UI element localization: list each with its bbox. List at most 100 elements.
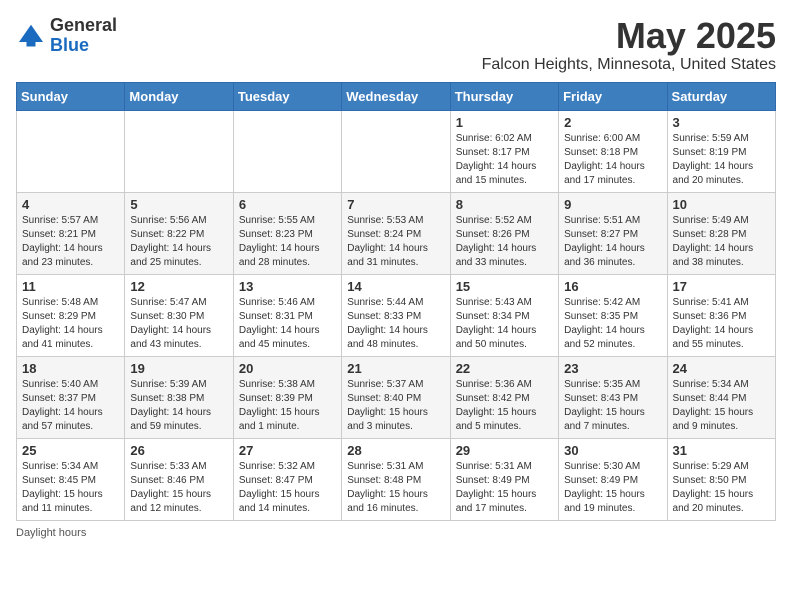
calendar-table: SundayMondayTuesdayWednesdayThursdayFrid… bbox=[16, 82, 776, 521]
logo-blue: Blue bbox=[50, 35, 89, 55]
calendar-day-cell: 11 Sunrise: 5:48 AM Sunset: 8:29 PM Dayli… bbox=[17, 274, 125, 356]
calendar-day-cell: 27Sunrise: 5:32 AM Sunset: 8:47 PM Dayli… bbox=[233, 438, 341, 520]
calendar-day-cell: 19Sunrise: 5:39 AM Sunset: 8:38 PM Dayli… bbox=[125, 356, 233, 438]
weekday-header-monday: Monday bbox=[125, 82, 233, 110]
day-number: 31 bbox=[673, 443, 770, 458]
day-info: Sunrise: 5:37 AM Sunset: 8:40 PM Dayligh… bbox=[347, 378, 444, 434]
day-info: Sunrise: 5:39 AM Sunset: 8:38 PM Dayligh… bbox=[130, 378, 227, 434]
day-info: Sunrise: 5:36 AM Sunset: 8:42 PM Dayligh… bbox=[456, 378, 553, 434]
calendar-day-cell: 25Sunrise: 5:34 AM Sunset: 8:45 PM Dayli… bbox=[17, 438, 125, 520]
calendar-day-cell: 26 Sunrise: 5:33 AM Sunset: 8:46 PM Dayli… bbox=[125, 438, 233, 520]
day-info: Sunrise: 5:32 AM Sunset: 8:47 PM Dayligh… bbox=[239, 460, 336, 516]
location: Falcon Heights, Minnesota, United States bbox=[482, 56, 776, 74]
day-info: Sunrise: 5:57 AM Sunset: 8:21 PM Dayligh… bbox=[22, 214, 119, 270]
calendar-day-cell: 2Sunrise: 6:00 AM Sunset: 8:18 PM Daylig… bbox=[559, 110, 667, 192]
day-number: 1 bbox=[456, 115, 553, 130]
calendar-week-row: 1Sunrise: 6:02 AM Sunset: 8:17 PM Daylig… bbox=[17, 110, 776, 192]
day-number: 14 bbox=[347, 279, 444, 294]
calendar-day-cell: 20Sunrise: 5:38 AM Sunset: 8:39 PM Dayli… bbox=[233, 356, 341, 438]
calendar-day-cell: 21 Sunrise: 5:37 AM Sunset: 8:40 PM Dayli… bbox=[342, 356, 450, 438]
day-number: 22 bbox=[456, 361, 553, 376]
day-info: Sunrise: 5:52 AM Sunset: 8:26 PM Dayligh… bbox=[456, 214, 553, 270]
logo-general: General bbox=[50, 15, 117, 35]
day-number: 3 bbox=[673, 115, 770, 130]
day-info: Sunrise: 5:49 AM Sunset: 8:28 PM Dayligh… bbox=[673, 214, 770, 270]
day-number: 26 bbox=[130, 443, 227, 458]
logo-icon bbox=[16, 21, 46, 51]
month-year: May 2025 bbox=[482, 16, 776, 56]
calendar-week-row: 4 Sunrise: 5:57 AM Sunset: 8:21 PM Daylig… bbox=[17, 192, 776, 274]
calendar-day-cell: 1Sunrise: 6:02 AM Sunset: 8:17 PM Daylig… bbox=[450, 110, 558, 192]
day-info: Sunrise: 5:31 AM Sunset: 8:49 PM Dayligh… bbox=[456, 460, 553, 516]
day-number: 6 bbox=[239, 197, 336, 212]
weekday-header-thursday: Thursday bbox=[450, 82, 558, 110]
day-number: 12 bbox=[130, 279, 227, 294]
title-block: May 2025 Falcon Heights, Minnesota, Unit… bbox=[482, 16, 776, 74]
weekday-header-wednesday: Wednesday bbox=[342, 82, 450, 110]
weekday-header-tuesday: Tuesday bbox=[233, 82, 341, 110]
day-info: Sunrise: 5:42 AM Sunset: 8:35 PM Dayligh… bbox=[564, 296, 661, 352]
calendar-day-cell bbox=[342, 110, 450, 192]
day-number: 21 bbox=[347, 361, 444, 376]
calendar-day-cell: 22 Sunrise: 5:36 AM Sunset: 8:42 PM Dayli… bbox=[450, 356, 558, 438]
calendar-day-cell: 18 Sunrise: 5:40 AM Sunset: 8:37 PM Dayli… bbox=[17, 356, 125, 438]
day-number: 29 bbox=[456, 443, 553, 458]
calendar-day-cell: 17 Sunrise: 5:41 AM Sunset: 8:36 PM Dayli… bbox=[667, 274, 775, 356]
day-number: 18 bbox=[22, 361, 119, 376]
day-number: 20 bbox=[239, 361, 336, 376]
day-number: 5 bbox=[130, 197, 227, 212]
calendar-day-cell: 10Sunrise: 5:49 AM Sunset: 8:28 PM Dayli… bbox=[667, 192, 775, 274]
calendar-day-cell: 23 Sunrise: 5:35 AM Sunset: 8:43 PM Dayli… bbox=[559, 356, 667, 438]
weekday-header-saturday: Saturday bbox=[667, 82, 775, 110]
day-info: Sunrise: 5:34 AM Sunset: 8:45 PM Dayligh… bbox=[22, 460, 119, 516]
calendar-day-cell bbox=[233, 110, 341, 192]
calendar-day-cell: 7 Sunrise: 5:53 AM Sunset: 8:24 PM Daylig… bbox=[342, 192, 450, 274]
page-header: General Blue May 2025 Falcon Heights, Mi… bbox=[16, 16, 776, 74]
day-number: 28 bbox=[347, 443, 444, 458]
calendar-day-cell: 6Sunrise: 5:55 AM Sunset: 8:23 PM Daylig… bbox=[233, 192, 341, 274]
calendar-day-cell: 9 Sunrise: 5:51 AM Sunset: 8:27 PM Daylig… bbox=[559, 192, 667, 274]
day-number: 9 bbox=[564, 197, 661, 212]
day-info: Sunrise: 5:43 AM Sunset: 8:34 PM Dayligh… bbox=[456, 296, 553, 352]
calendar-day-cell: 12Sunrise: 5:47 AM Sunset: 8:30 PM Dayli… bbox=[125, 274, 233, 356]
weekday-header-sunday: Sunday bbox=[17, 82, 125, 110]
day-number: 4 bbox=[22, 197, 119, 212]
day-number: 7 bbox=[347, 197, 444, 212]
day-info: Sunrise: 5:30 AM Sunset: 8:49 PM Dayligh… bbox=[564, 460, 661, 516]
calendar-week-row: 18 Sunrise: 5:40 AM Sunset: 8:37 PM Dayli… bbox=[17, 356, 776, 438]
calendar-day-cell: 13 Sunrise: 5:46 AM Sunset: 8:31 PM Dayli… bbox=[233, 274, 341, 356]
day-info: Sunrise: 5:51 AM Sunset: 8:27 PM Dayligh… bbox=[564, 214, 661, 270]
calendar-week-row: 11 Sunrise: 5:48 AM Sunset: 8:29 PM Dayli… bbox=[17, 274, 776, 356]
day-number: 17 bbox=[673, 279, 770, 294]
day-info: Sunrise: 5:35 AM Sunset: 8:43 PM Dayligh… bbox=[564, 378, 661, 434]
day-info: Sunrise: 5:44 AM Sunset: 8:33 PM Dayligh… bbox=[347, 296, 444, 352]
day-info: Sunrise: 5:40 AM Sunset: 8:37 PM Dayligh… bbox=[22, 378, 119, 434]
day-info: Sunrise: 5:31 AM Sunset: 8:48 PM Dayligh… bbox=[347, 460, 444, 516]
day-info: Sunrise: 5:46 AM Sunset: 8:31 PM Dayligh… bbox=[239, 296, 336, 352]
day-info: Sunrise: 5:33 AM Sunset: 8:46 PM Dayligh… bbox=[130, 460, 227, 516]
day-number: 16 bbox=[564, 279, 661, 294]
day-info: Sunrise: 5:29 AM Sunset: 8:50 PM Dayligh… bbox=[673, 460, 770, 516]
day-number: 11 bbox=[22, 279, 119, 294]
day-number: 13 bbox=[239, 279, 336, 294]
footer-note: Daylight hours bbox=[16, 527, 776, 539]
day-number: 23 bbox=[564, 361, 661, 376]
calendar-day-cell: 14 Sunrise: 5:44 AM Sunset: 8:33 PM Dayli… bbox=[342, 274, 450, 356]
day-info: Sunrise: 5:56 AM Sunset: 8:22 PM Dayligh… bbox=[130, 214, 227, 270]
calendar-week-row: 25Sunrise: 5:34 AM Sunset: 8:45 PM Dayli… bbox=[17, 438, 776, 520]
day-info: Sunrise: 5:59 AM Sunset: 8:19 PM Dayligh… bbox=[673, 132, 770, 188]
calendar-day-cell: 4 Sunrise: 5:57 AM Sunset: 8:21 PM Daylig… bbox=[17, 192, 125, 274]
calendar-day-cell: 3 Sunrise: 5:59 AM Sunset: 8:19 PM Daylig… bbox=[667, 110, 775, 192]
calendar-day-cell: 5 Sunrise: 5:56 AM Sunset: 8:22 PM Daylig… bbox=[125, 192, 233, 274]
day-number: 30 bbox=[564, 443, 661, 458]
calendar-day-cell: 28 Sunrise: 5:31 AM Sunset: 8:48 PM Dayli… bbox=[342, 438, 450, 520]
weekday-header-friday: Friday bbox=[559, 82, 667, 110]
day-info: Sunrise: 5:53 AM Sunset: 8:24 PM Dayligh… bbox=[347, 214, 444, 270]
day-number: 8 bbox=[456, 197, 553, 212]
logo-text: General Blue bbox=[50, 16, 117, 56]
calendar-day-cell: 31 Sunrise: 5:29 AM Sunset: 8:50 PM Dayli… bbox=[667, 438, 775, 520]
weekday-header-row: SundayMondayTuesdayWednesdayThursdayFrid… bbox=[17, 82, 776, 110]
day-info: Sunrise: 5:48 AM Sunset: 8:29 PM Dayligh… bbox=[22, 296, 119, 352]
calendar-day-cell: 29 Sunrise: 5:31 AM Sunset: 8:49 PM Dayli… bbox=[450, 438, 558, 520]
day-info: Sunrise: 5:41 AM Sunset: 8:36 PM Dayligh… bbox=[673, 296, 770, 352]
